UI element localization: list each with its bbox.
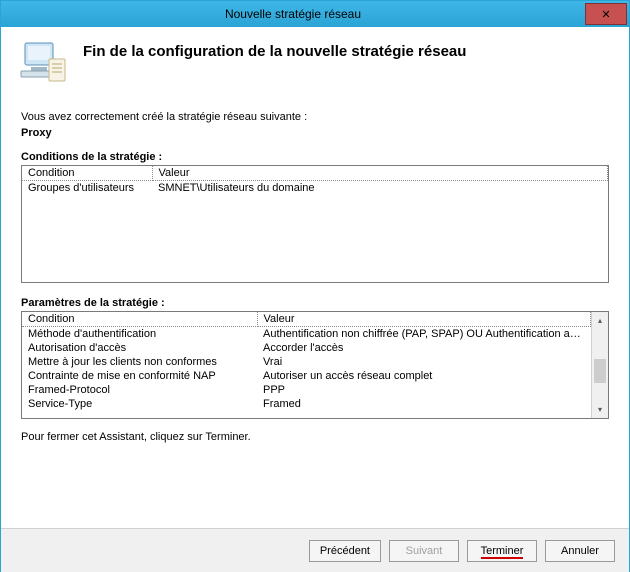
wizard-content: Fin de la configuration de la nouvelle s… <box>1 27 629 499</box>
scroll-thumb[interactable] <box>594 359 606 383</box>
wizard-header: Fin de la configuration de la nouvelle s… <box>1 27 629 95</box>
params-table-wrap: Condition Valeur Méthode d'authentificat… <box>21 311 609 419</box>
closing-text: Pour fermer cet Assistant, cliquez sur T… <box>21 431 609 443</box>
page-title: Fin de la configuration de la nouvelle s… <box>83 43 466 60</box>
titlebar: Nouvelle stratégie réseau ✕ <box>1 1 629 27</box>
table-row[interactable]: Groupes d'utilisateurs SMNET\Utilisateur… <box>22 181 608 196</box>
params-label: Paramètres de la stratégie : <box>21 297 609 309</box>
params-header-value[interactable]: Valeur <box>257 312 591 327</box>
conditions-label: Conditions de la stratégie : <box>21 151 609 163</box>
scrollbar-vertical[interactable]: ▴ ▾ <box>591 312 608 418</box>
table-row[interactable]: Mettre à jour les clients non conformesV… <box>22 355 591 369</box>
close-button[interactable]: ✕ <box>585 3 627 25</box>
chevron-up-icon: ▴ <box>598 316 602 325</box>
params-header-condition[interactable]: Condition <box>22 312 257 327</box>
table-row[interactable]: Framed-ProtocolPPP <box>22 383 591 397</box>
close-icon: ✕ <box>601 8 610 21</box>
intro-text: Vous avez correctement créé la stratégie… <box>21 111 609 123</box>
table-row[interactable]: Méthode d'authentificationAuthentificati… <box>22 327 591 342</box>
policy-name: Proxy <box>21 127 609 139</box>
window-title: Nouvelle stratégie réseau <box>1 7 585 21</box>
finish-button[interactable]: Terminer <box>467 540 537 562</box>
conditions-table-wrap: Condition Valeur Groupes d'utilisateurs … <box>21 165 609 283</box>
conditions-header-value[interactable]: Valeur <box>152 166 608 181</box>
previous-button[interactable]: Précédent <box>309 540 381 562</box>
chevron-down-icon: ▾ <box>598 405 602 414</box>
conditions-table: Condition Valeur Groupes d'utilisateurs … <box>22 166 608 195</box>
next-button: Suivant <box>389 540 459 562</box>
table-row[interactable]: Service-TypeFramed <box>22 397 591 411</box>
table-row[interactable]: Autorisation d'accèsAccorder l'accès <box>22 341 591 355</box>
cancel-button[interactable]: Annuler <box>545 540 615 562</box>
wizard-body: Vous avez correctement créé la stratégie… <box>1 95 629 499</box>
table-row[interactable]: Contrainte de mise en conformité NAPAuto… <box>22 369 591 383</box>
wizard-footer: Précédent Suivant Terminer Annuler <box>1 528 629 572</box>
params-table: Condition Valeur Méthode d'authentificat… <box>22 312 591 411</box>
scroll-down-button[interactable]: ▾ <box>592 401 608 418</box>
scroll-up-button[interactable]: ▴ <box>592 312 608 329</box>
scroll-track[interactable] <box>592 329 608 401</box>
cell-condition: Groupes d'utilisateurs <box>22 181 152 196</box>
conditions-header-condition[interactable]: Condition <box>22 166 152 181</box>
policy-icon <box>19 39 67 87</box>
finish-button-label: Terminer <box>481 545 524 559</box>
cell-value: SMNET\Utilisateurs du domaine <box>152 181 608 196</box>
